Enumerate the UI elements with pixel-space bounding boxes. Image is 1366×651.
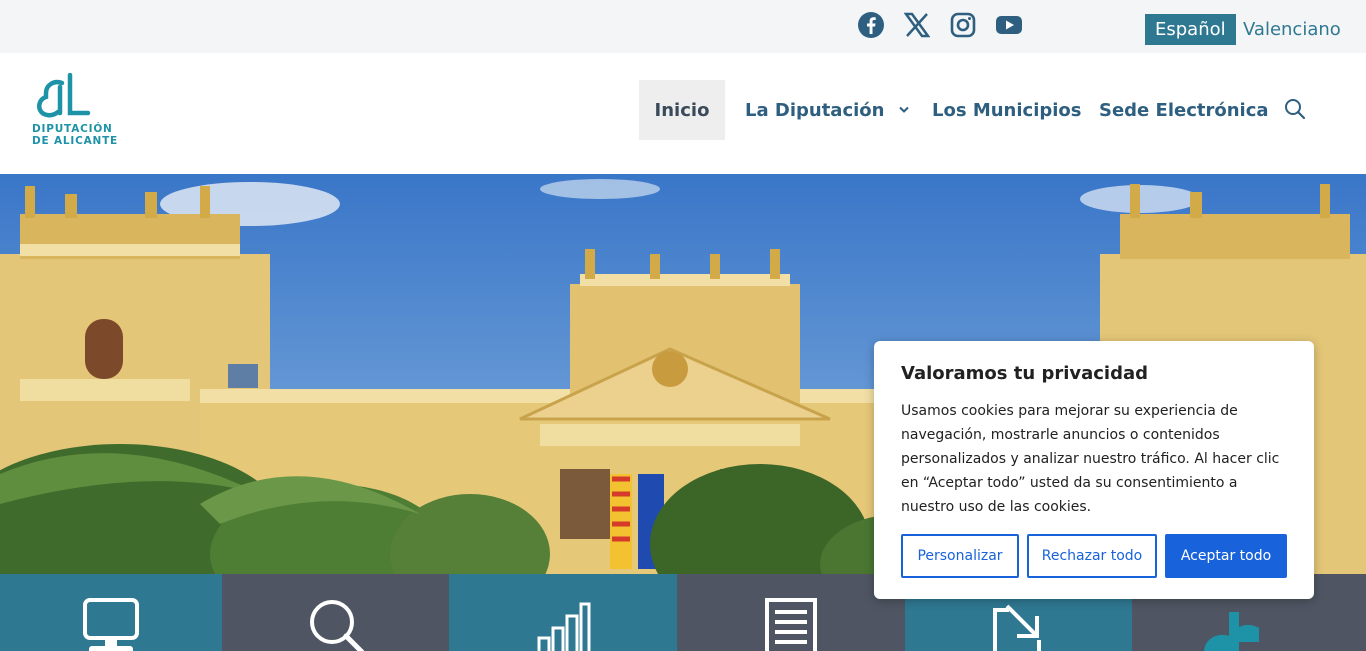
nav-item-label: La Diputación [745,99,885,121]
nav-item-la-diputacion[interactable]: La Diputación [745,80,910,140]
chevron-down-icon [899,106,910,113]
reject-all-button[interactable]: Rechazar todo [1027,534,1157,578]
cookie-buttons: Personalizar Rechazar todo Aceptar todo [901,534,1287,578]
site-logo[interactable]: DIPUTACIÓN DE ALICANTE [30,72,117,149]
tile-statistics[interactable] [449,574,677,651]
logo-text-line1: DIPUTACIÓN [32,123,113,135]
accept-all-button[interactable]: Aceptar todo [1165,534,1287,578]
tile-documents[interactable] [677,574,905,651]
bar-chart-icon [537,602,591,651]
cookie-title: Valoramos tu privacidad [901,363,1149,384]
magnifier-icon [309,600,364,651]
logo-mark-icon [37,72,91,118]
top-utility-bar: Español Valenciano [0,0,1366,53]
nav-item-label: Sede Electrónica [1099,99,1269,121]
nav-item-sede-electronica[interactable]: Sede Electrónica [1099,80,1269,140]
youtube-icon[interactable] [994,10,1024,40]
nav-item-label: Inicio [654,99,710,121]
x-twitter-icon[interactable] [902,10,932,40]
nav-item-los-municipios[interactable]: Los Municipios [932,80,1082,140]
document-icon [765,598,817,651]
language-espanol[interactable]: Español [1145,14,1236,45]
logo-icon [1204,612,1259,651]
social-links [856,10,1024,40]
tile-computer[interactable] [0,574,222,651]
nav-item-label: Los Municipios [932,99,1082,121]
cookie-body: Usamos cookies para mejorar su experienc… [901,403,1280,515]
tile-search[interactable] [222,574,449,651]
customize-button[interactable]: Personalizar [901,534,1019,578]
search-icon[interactable] [1284,98,1306,120]
language-valenciano[interactable]: Valenciano [1233,14,1351,45]
nav-item-inicio[interactable]: Inicio [639,80,725,140]
instagram-icon[interactable] [948,10,978,40]
logo-text-line2: DE ALICANTE [32,135,119,147]
arrow-down-right-icon [992,604,1041,651]
cookie-consent-dialog: Valoramos tu privacidad Usamos cookies p… [874,341,1314,599]
logo-text: DIPUTACIÓN DE ALICANTE [32,123,118,147]
computer-icon [83,598,139,651]
facebook-icon[interactable] [856,10,886,40]
site-header: DIPUTACIÓN DE ALICANTE Inicio La Diputac… [0,53,1366,174]
